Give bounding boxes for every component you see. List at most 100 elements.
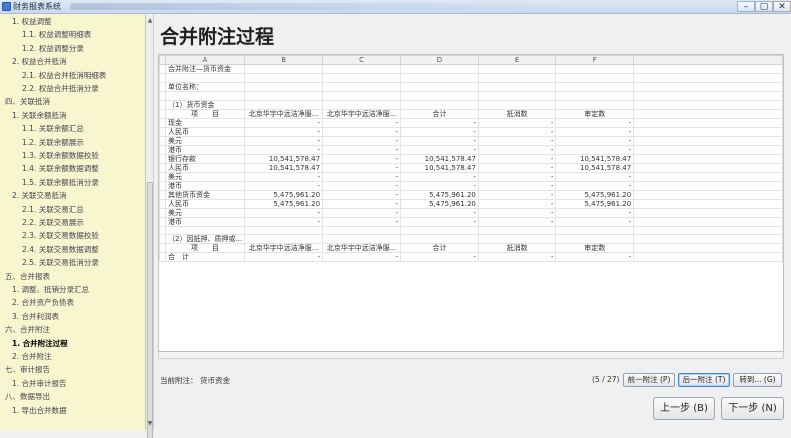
table-cell[interactable]: - bbox=[322, 180, 402, 191]
table-cell[interactable]: 项 目 bbox=[164, 243, 246, 254]
sidebar-scrollbar[interactable]: ▲ ▼ bbox=[146, 14, 154, 438]
table-cell[interactable]: 5,475,961.20 bbox=[244, 189, 324, 200]
table-cell[interactable] bbox=[633, 64, 783, 74]
table-cell[interactable]: - bbox=[322, 198, 402, 209]
table-cell[interactable]: - bbox=[477, 144, 557, 155]
table-cell[interactable] bbox=[633, 73, 783, 83]
sidebar-item[interactable]: 1.2. 权益调整分录 bbox=[22, 42, 84, 55]
table-cell[interactable] bbox=[244, 99, 324, 110]
table-cell[interactable]: 抵消数 bbox=[477, 108, 557, 119]
table-cell[interactable]: - bbox=[555, 171, 635, 182]
table-cell[interactable]: - bbox=[322, 162, 402, 173]
table-cell[interactable]: - bbox=[555, 216, 635, 227]
table-cell[interactable] bbox=[477, 73, 557, 83]
sidebar-item[interactable]: 2.1. 权益合并抵消明细表 bbox=[22, 69, 106, 82]
table-cell[interactable] bbox=[477, 64, 557, 74]
table-cell[interactable] bbox=[477, 225, 557, 236]
table-cell[interactable]: - bbox=[477, 126, 557, 137]
table-cell[interactable]: - bbox=[244, 135, 324, 146]
table-cell[interactable] bbox=[400, 90, 479, 101]
sidebar-item[interactable]: 1.2. 关联余额展示 bbox=[22, 136, 84, 149]
table-cell[interactable]: - bbox=[244, 216, 324, 227]
table-cell[interactable]: - bbox=[400, 252, 479, 263]
table-cell[interactable] bbox=[633, 153, 783, 164]
column-header[interactable]: B bbox=[244, 55, 324, 65]
table-cell[interactable] bbox=[633, 117, 783, 128]
table-cell[interactable]: - bbox=[477, 135, 557, 146]
table-cell[interactable]: - bbox=[555, 180, 635, 191]
table-cell[interactable]: （1）货币资金 bbox=[164, 99, 246, 110]
sidebar-item[interactable]: 1.5. 关联余额抵消分录 bbox=[22, 176, 99, 189]
table-cell[interactable] bbox=[633, 198, 783, 209]
table-cell[interactable]: 合计 bbox=[400, 243, 479, 254]
table-cell[interactable] bbox=[555, 81, 635, 92]
table-cell[interactable]: - bbox=[400, 135, 479, 146]
column-header[interactable] bbox=[633, 55, 783, 65]
table-cell[interactable]: 10,541,578.47 bbox=[400, 153, 479, 164]
table-cell[interactable]: - bbox=[477, 189, 557, 200]
sidebar-item[interactable]: 2. 合并附注 bbox=[12, 350, 52, 363]
table-cell[interactable]: 其他货币资金 bbox=[164, 189, 246, 200]
column-header[interactable]: A bbox=[164, 55, 246, 65]
table-cell[interactable]: - bbox=[400, 144, 479, 155]
table-cell[interactable] bbox=[322, 73, 402, 83]
table-cell[interactable]: 美元 bbox=[164, 171, 246, 182]
table-cell[interactable] bbox=[633, 108, 783, 119]
table-cell[interactable] bbox=[322, 81, 402, 92]
scrollbar-thumb[interactable] bbox=[147, 182, 153, 438]
table-cell[interactable] bbox=[633, 234, 783, 245]
table-cell[interactable] bbox=[633, 99, 783, 110]
prev-step-button[interactable]: 上一步 (B) bbox=[653, 397, 715, 420]
table-cell[interactable]: - bbox=[244, 180, 324, 191]
minimize-icon[interactable]: – bbox=[737, 1, 755, 12]
table-cell[interactable] bbox=[555, 73, 635, 83]
table-cell[interactable]: 10,541,578.47 bbox=[244, 162, 324, 173]
table-cell[interactable] bbox=[244, 225, 324, 236]
table-cell[interactable]: 港币 bbox=[164, 216, 246, 227]
table-cell[interactable] bbox=[633, 81, 783, 92]
table-cell[interactable]: - bbox=[322, 144, 402, 155]
table-cell[interactable] bbox=[164, 225, 246, 236]
column-header[interactable]: F bbox=[555, 55, 635, 65]
table-cell[interactable]: 5,475,961.20 bbox=[555, 198, 635, 209]
table-cell[interactable] bbox=[633, 126, 783, 137]
table-cell[interactable] bbox=[164, 73, 246, 83]
table-cell[interactable] bbox=[633, 225, 783, 236]
table-cell[interactable] bbox=[633, 180, 783, 191]
table-cell[interactable]: - bbox=[400, 216, 479, 227]
table-cell[interactable] bbox=[633, 243, 783, 254]
sidebar-item[interactable]: 2. 关联交易抵消 bbox=[12, 189, 67, 202]
table-cell[interactable] bbox=[400, 81, 479, 92]
table-cell[interactable]: 10,541,578.47 bbox=[555, 153, 635, 164]
table-cell[interactable]: - bbox=[477, 117, 557, 128]
sidebar-item[interactable]: 2.2. 权益合并抵消分录 bbox=[22, 82, 99, 95]
sidebar-item[interactable]: 八、数据导出 bbox=[5, 390, 50, 403]
sidebar-item[interactable]: 1.1. 权益调整明细表 bbox=[22, 28, 91, 41]
sidebar-item[interactable]: 1.1. 关联余额汇总 bbox=[22, 122, 84, 135]
sidebar-item[interactable]: 2.2. 关联交易展示 bbox=[22, 216, 84, 229]
table-cell[interactable]: 人民币 bbox=[164, 198, 246, 209]
table-cell[interactable]: 银行存款 bbox=[164, 153, 246, 164]
table-cell[interactable]: 港币 bbox=[164, 180, 246, 191]
table-cell[interactable]: - bbox=[477, 198, 557, 209]
table-cell[interactable]: - bbox=[322, 171, 402, 182]
table-cell[interactable]: - bbox=[555, 252, 635, 263]
table-cell[interactable]: - bbox=[477, 153, 557, 164]
table-cell[interactable]: - bbox=[400, 126, 479, 137]
table-cell[interactable]: - bbox=[477, 252, 557, 263]
table-cell[interactable] bbox=[244, 73, 324, 83]
sidebar-item[interactable]: 五、合并报表 bbox=[5, 270, 50, 283]
table-cell[interactable]: 10,541,578.47 bbox=[555, 162, 635, 173]
table-cell[interactable]: 人民币 bbox=[164, 162, 246, 173]
spreadsheet-view[interactable]: A B C D E F 合并附注—货币资金 单位名称： （1）货币资金项 目北京华宇中远洁净服.… bbox=[158, 54, 784, 352]
table-cell[interactable]: - bbox=[322, 135, 402, 146]
table-cell[interactable] bbox=[633, 189, 783, 200]
table-cell[interactable]: 美元 bbox=[164, 135, 246, 146]
next-step-button[interactable]: 下一步 (N) bbox=[721, 397, 784, 420]
table-cell[interactable]: 北京华宇中远洁净服... bbox=[322, 108, 402, 119]
table-cell[interactable] bbox=[400, 73, 479, 83]
spreadsheet-hscrollbar[interactable] bbox=[158, 352, 784, 359]
table-cell[interactable]: - bbox=[244, 144, 324, 155]
table-cell[interactable]: - bbox=[555, 117, 635, 128]
table-cell[interactable]: - bbox=[555, 135, 635, 146]
